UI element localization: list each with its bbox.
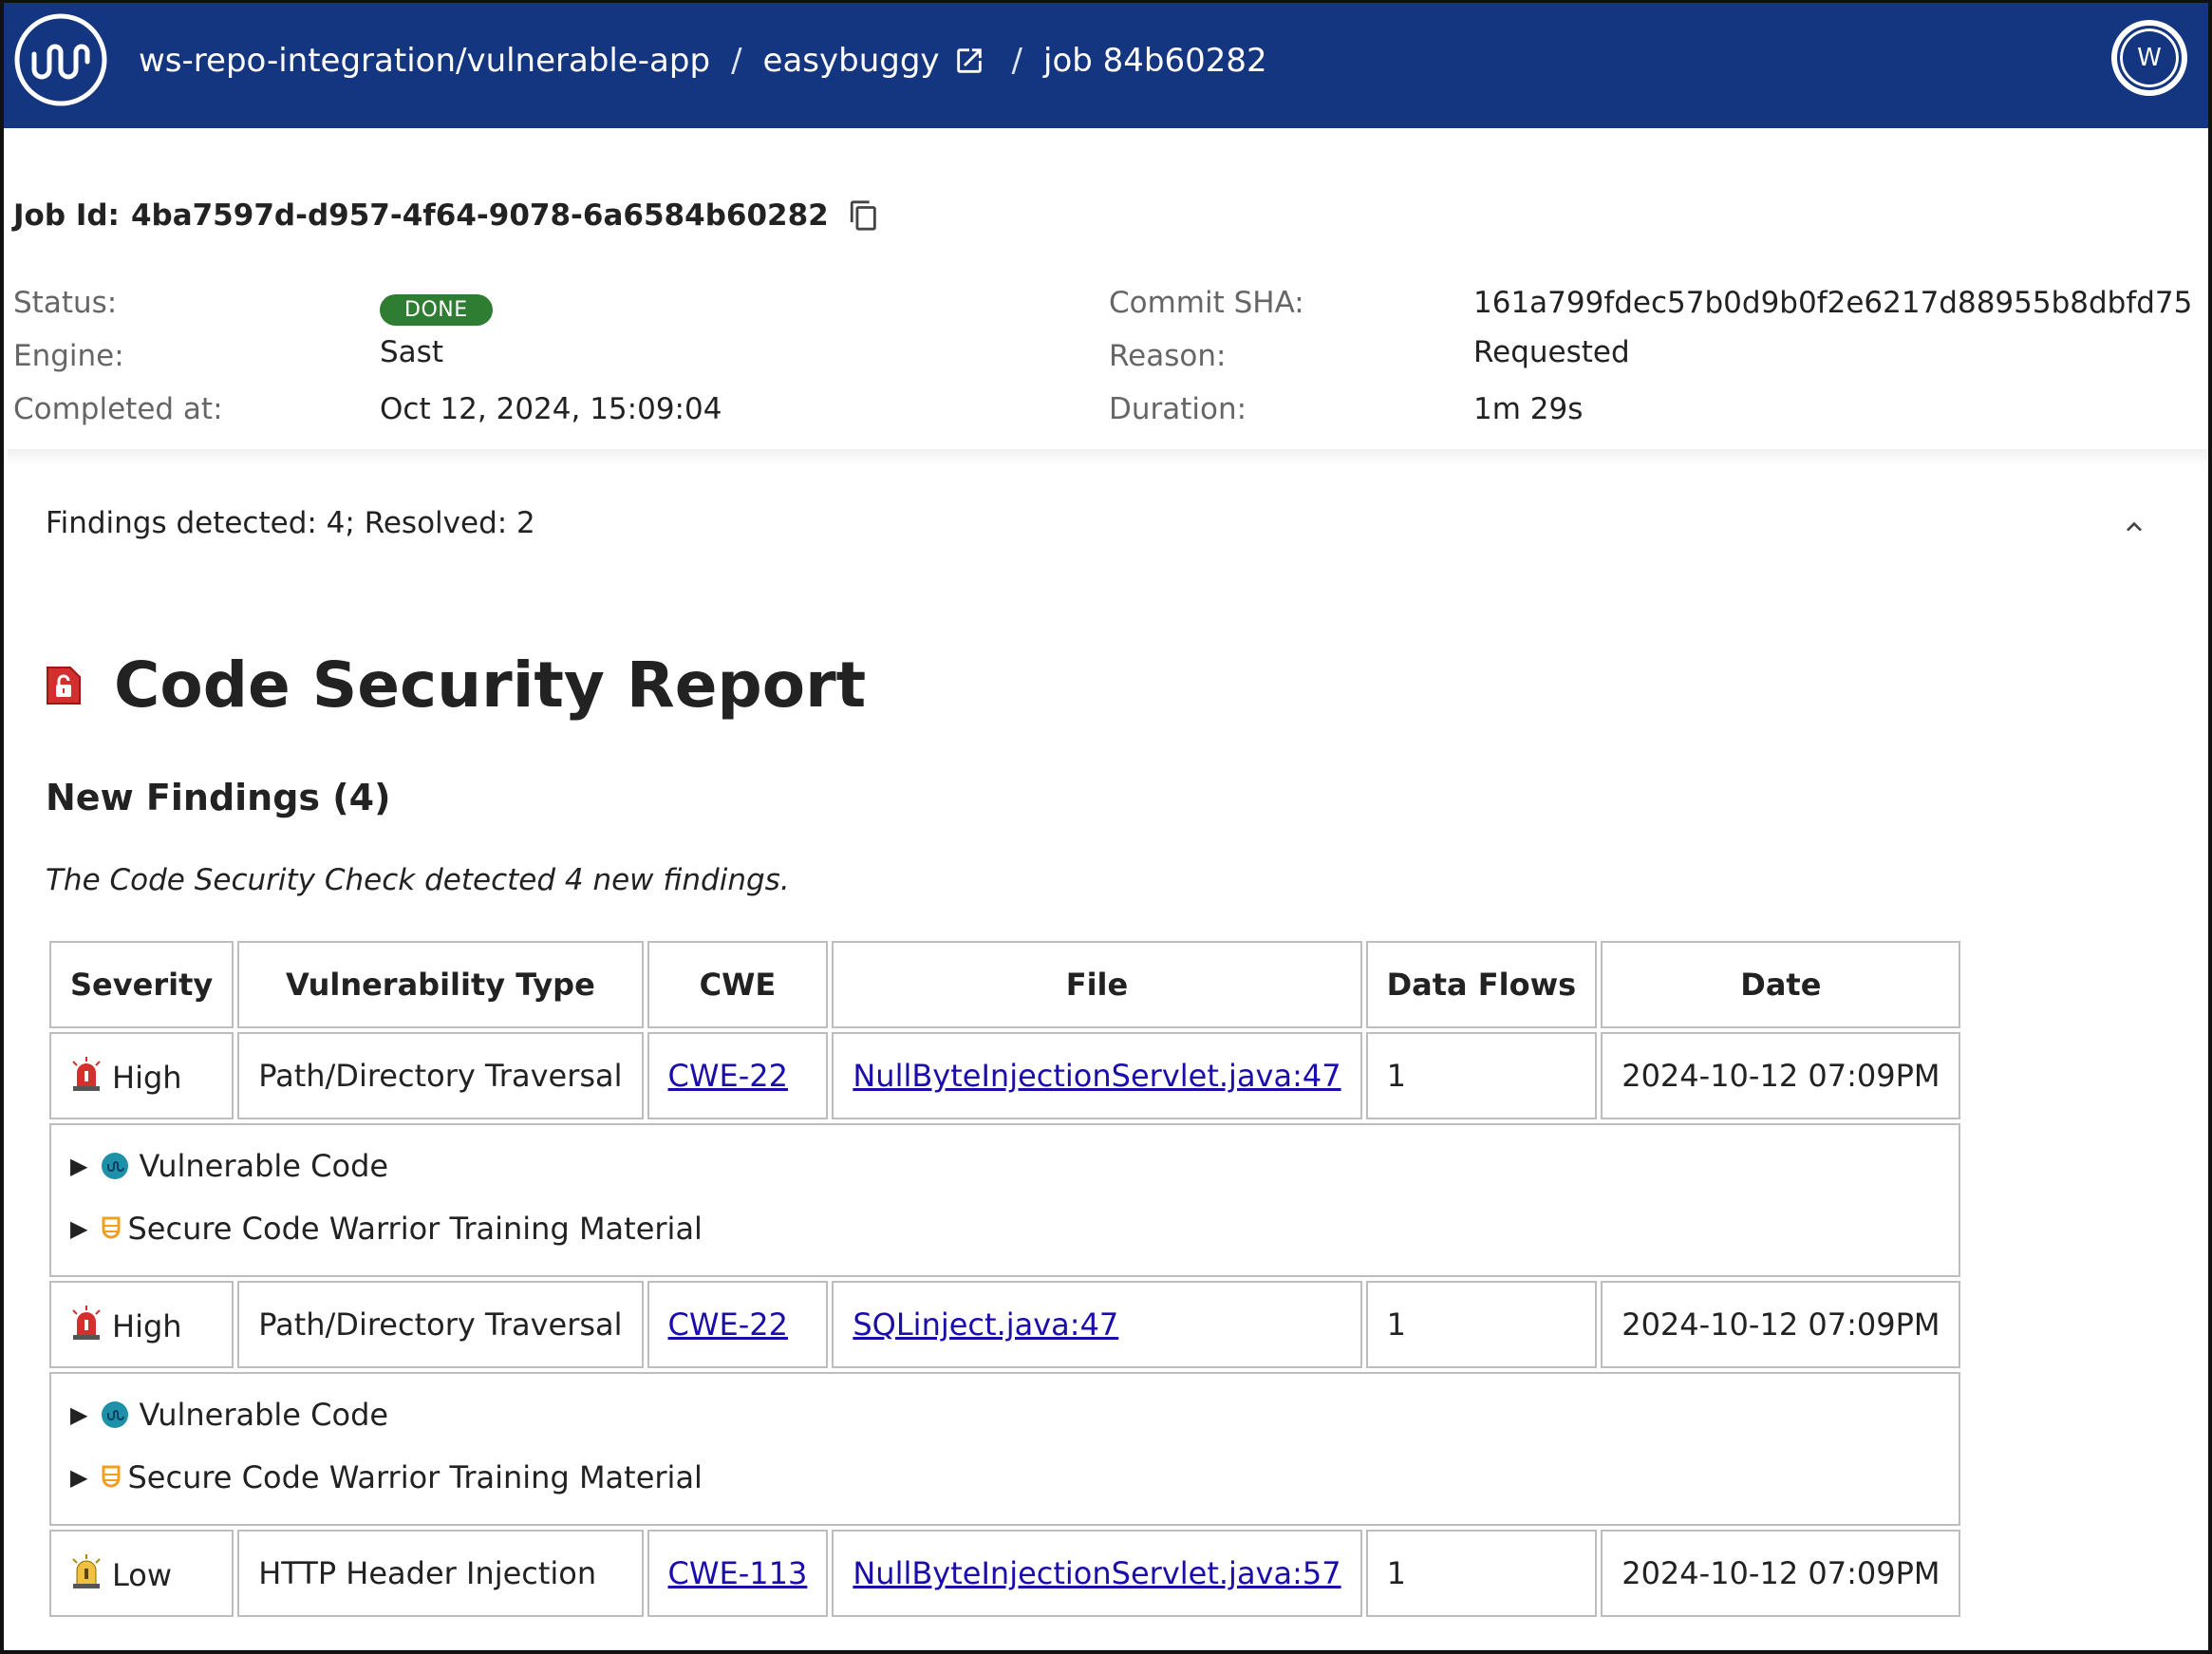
engine-label: Engine: [13, 339, 124, 373]
breadcrumb-separator: / [1011, 42, 1023, 80]
severity-cell: Low [49, 1530, 234, 1617]
report-description: The Code Security Check detected 4 new f… [46, 863, 790, 897]
engine-value: Sast [380, 335, 443, 369]
completed-at-label: Completed at: [13, 392, 223, 426]
vulnerable-code-label: Vulnerable Code [139, 1397, 389, 1433]
breadcrumb-separator: / [731, 42, 742, 80]
secure-code-warrior-icon [102, 1465, 121, 1488]
column-header-date: Date [1601, 941, 1961, 1028]
severity-text: High [112, 1308, 182, 1344]
user-avatar[interactable]: W [2111, 20, 2187, 96]
lock-document-icon [47, 666, 81, 705]
file-cell: SQLinject.java:47 [832, 1281, 1362, 1368]
job-id-value: 4ba7597d-d957-4f64-9078-6a6584b60282 [130, 198, 829, 233]
training-material-toggle[interactable]: ▶ Secure Code Warrior Training Material [70, 1197, 1940, 1260]
data-flows-cell: 1 [1365, 1032, 1598, 1119]
findings-table: Severity Vulnerability Type CWE File Dat… [46, 937, 1964, 1621]
commit-sha-label: Commit SHA: [1109, 286, 1304, 320]
table-header-row: Severity Vulnerability Type CWE File Dat… [49, 941, 1961, 1028]
duration-label: Duration: [1109, 392, 1247, 426]
column-header-cwe: CWE [647, 941, 829, 1028]
detail-row: ▶ Vulnerable Code ▶ Secure Code Warrior … [49, 1372, 1961, 1526]
date-cell: 2024-10-12 07:09PM [1601, 1281, 1961, 1368]
new-findings-heading: New Findings (4) [46, 777, 391, 818]
completed-at-value: Oct 12, 2024, 15:09:04 [380, 392, 722, 426]
vulnerability-type-cell: HTTP Header Injection [237, 1530, 644, 1617]
secure-code-warrior-icon [102, 1216, 121, 1239]
panel-divider [8, 449, 2208, 466]
top-navigation-bar: ws-repo-integration/vulnerable-app / eas… [4, 3, 2208, 128]
breadcrumb: ws-repo-integration/vulnerable-app / eas… [139, 3, 1267, 119]
cwe-cell: CWE-22 [647, 1032, 829, 1119]
avatar-letter: W [2117, 26, 2182, 90]
vulnerable-code-label: Vulnerable Code [139, 1148, 389, 1184]
file-link[interactable]: NullByteInjectionServlet.java:47 [853, 1058, 1340, 1094]
job-id-label: Job Id: [13, 198, 120, 233]
file-link[interactable]: SQLinject.java:47 [853, 1306, 1118, 1343]
status-badge: DONE [380, 290, 493, 326]
alarm-high-icon [72, 1057, 101, 1091]
cwe-link[interactable]: CWE-113 [668, 1555, 808, 1591]
detail-cell: ▶ Vulnerable Code ▶ Secure Code Warrior … [49, 1372, 1961, 1526]
severity-text: Low [112, 1557, 173, 1593]
chevron-up-icon[interactable] [2119, 512, 2149, 542]
mend-circle-icon [102, 1153, 129, 1179]
external-link-icon[interactable] [953, 45, 985, 77]
table-row: High Path/Directory Traversal CWE-22 SQL… [49, 1281, 1961, 1368]
severity-cell: High [49, 1032, 234, 1119]
breadcrumb-project-link[interactable]: easybuggy [763, 42, 940, 80]
severity-cell: High [49, 1281, 234, 1368]
mend-logo-icon[interactable] [13, 12, 108, 107]
commit-sha-value: 161a799fdec57b0d9b0f2e6217d88955b8dbfd75 [1473, 286, 2193, 320]
reason-label: Reason: [1109, 339, 1227, 373]
column-header-data-flows: Data Flows [1365, 941, 1598, 1028]
date-cell: 2024-10-12 07:09PM [1601, 1032, 1961, 1119]
reason-value: Requested [1473, 335, 1630, 369]
vulnerable-code-toggle[interactable]: ▶ Vulnerable Code [70, 1383, 1940, 1446]
file-cell: NullByteInjectionServlet.java:47 [832, 1032, 1362, 1119]
report-title-text: Code Security Report [114, 648, 867, 722]
mend-circle-icon [102, 1401, 129, 1428]
training-material-label: Secure Code Warrior Training Material [127, 1459, 703, 1495]
findings-summary[interactable]: Findings detected: 4; Resolved: 2 [46, 506, 535, 540]
expand-triangle-icon: ▶ [70, 1215, 88, 1242]
status-badge-text: DONE [380, 294, 493, 326]
cwe-link[interactable]: CWE-22 [668, 1058, 788, 1094]
training-material-label: Secure Code Warrior Training Material [127, 1211, 703, 1247]
cwe-cell: CWE-22 [647, 1281, 829, 1368]
alarm-low-icon [72, 1554, 101, 1588]
cwe-link[interactable]: CWE-22 [668, 1306, 788, 1343]
column-header-severity: Severity [49, 941, 234, 1028]
data-flows-cell: 1 [1365, 1281, 1598, 1368]
date-cell: 2024-10-12 07:09PM [1601, 1530, 1961, 1617]
detail-row: ▶ Vulnerable Code ▶ Secure Code Warrior … [49, 1123, 1961, 1277]
cwe-cell: CWE-113 [647, 1530, 829, 1617]
file-link[interactable]: NullByteInjectionServlet.java:57 [853, 1555, 1340, 1591]
breadcrumb-repo-link[interactable]: ws-repo-integration/vulnerable-app [139, 42, 710, 80]
copy-icon[interactable] [848, 199, 880, 232]
expand-triangle-icon: ▶ [70, 1464, 88, 1491]
vulnerable-code-toggle[interactable]: ▶ Vulnerable Code [70, 1135, 1940, 1197]
breadcrumb-job: job 84b60282 [1043, 42, 1267, 80]
table-row: High Path/Directory Traversal CWE-22 Nul… [49, 1032, 1961, 1119]
column-header-vulnerability-type: Vulnerability Type [237, 941, 644, 1028]
data-flows-cell: 1 [1365, 1530, 1598, 1617]
job-id-row: Job Id: 4ba7597d-d957-4f64-9078-6a6584b6… [13, 198, 880, 233]
detail-cell: ▶ Vulnerable Code ▶ Secure Code Warrior … [49, 1123, 1961, 1277]
expand-triangle-icon: ▶ [70, 1153, 88, 1179]
duration-value: 1m 29s [1473, 392, 1584, 426]
alarm-high-icon [72, 1306, 101, 1340]
file-cell: NullByteInjectionServlet.java:57 [832, 1530, 1362, 1617]
training-material-toggle[interactable]: ▶ Secure Code Warrior Training Material [70, 1446, 1940, 1509]
app-window: ws-repo-integration/vulnerable-app / eas… [0, 0, 2212, 1654]
vulnerability-type-cell: Path/Directory Traversal [237, 1281, 644, 1368]
column-header-file: File [832, 941, 1362, 1028]
status-label: Status: [13, 286, 118, 320]
report-title: Code Security Report [46, 648, 866, 722]
expand-triangle-icon: ▶ [70, 1401, 88, 1428]
vulnerability-type-cell: Path/Directory Traversal [237, 1032, 644, 1119]
table-row: Low HTTP Header Injection CWE-113 NullBy… [49, 1530, 1961, 1617]
severity-text: High [112, 1060, 182, 1096]
